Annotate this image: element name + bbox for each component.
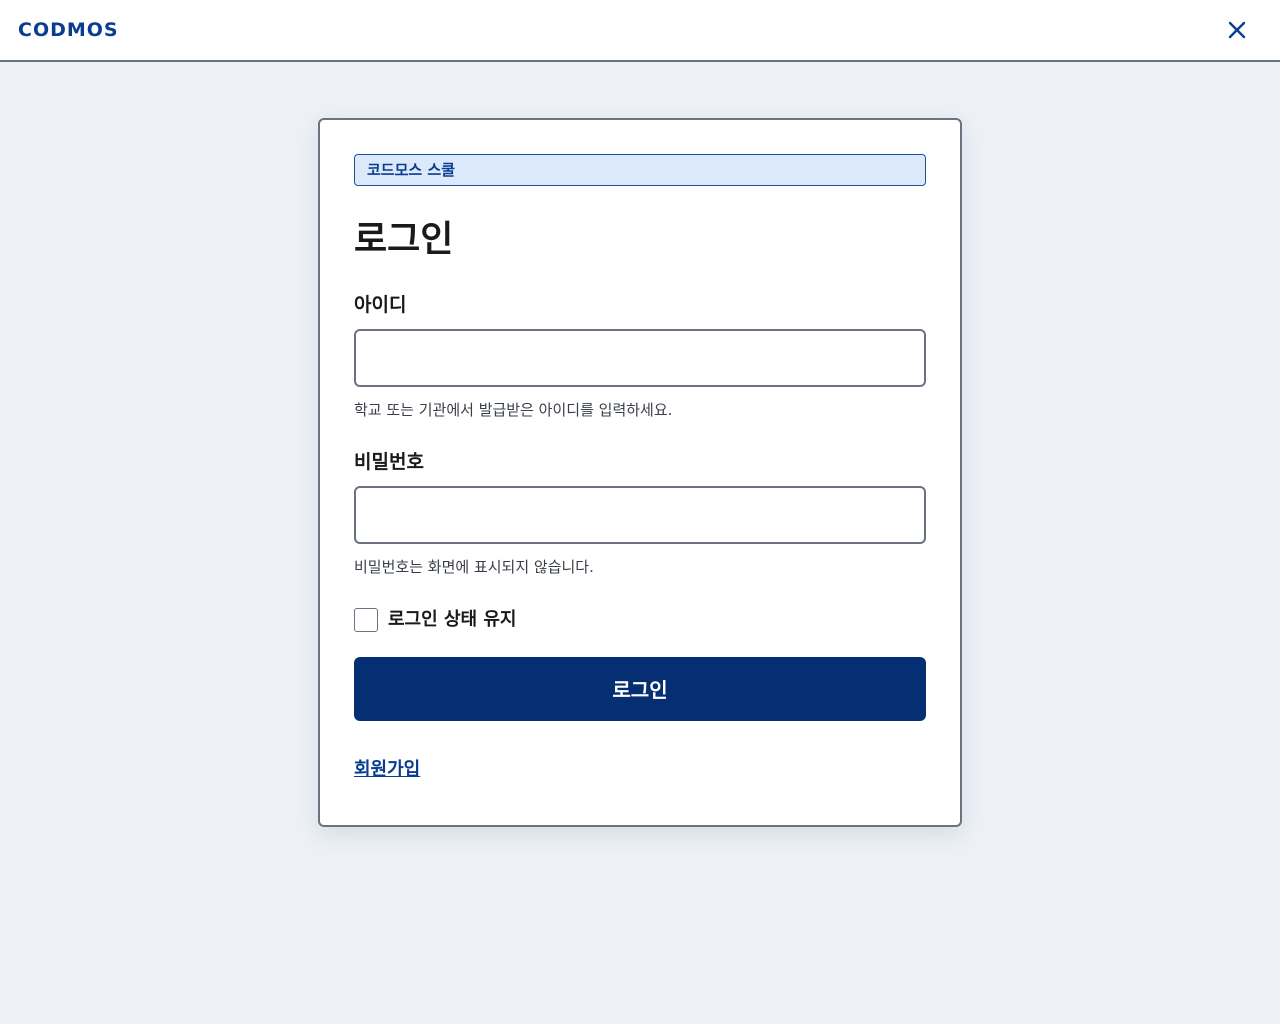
close-button[interactable] <box>1224 17 1250 43</box>
close-icon <box>1228 21 1246 39</box>
remember-me-checkbox[interactable] <box>354 608 378 632</box>
top-bar: CODMOS <box>0 0 1280 62</box>
id-input[interactable] <box>354 329 926 387</box>
id-hint: 학교 또는 기관에서 발급받은 아이디를 입력하세요. <box>354 401 673 419</box>
password-hint: 비밀번호는 화면에 표시되지 않습니다. <box>354 558 594 576</box>
login-button[interactable]: 로그인 <box>354 657 926 721</box>
signup-link[interactable]: 회원가입 <box>354 757 420 783</box>
page-title: 로그인 <box>354 219 454 260</box>
id-label: 아이디 <box>354 294 407 316</box>
login-card: 코드모스 스쿨 로그인 아이디 학교 또는 기관에서 발급받은 아이디를 입력하… <box>318 118 962 827</box>
school-badge: 코드모스 스쿨 <box>354 154 926 186</box>
remember-me-label[interactable]: 로그인 상태 유지 <box>388 607 516 633</box>
password-input[interactable] <box>354 486 926 544</box>
brand-logo[interactable]: CODMOS <box>18 18 119 42</box>
password-label: 비밀번호 <box>354 451 424 473</box>
remember-me-option[interactable]: 로그인 상태 유지 <box>354 607 516 633</box>
